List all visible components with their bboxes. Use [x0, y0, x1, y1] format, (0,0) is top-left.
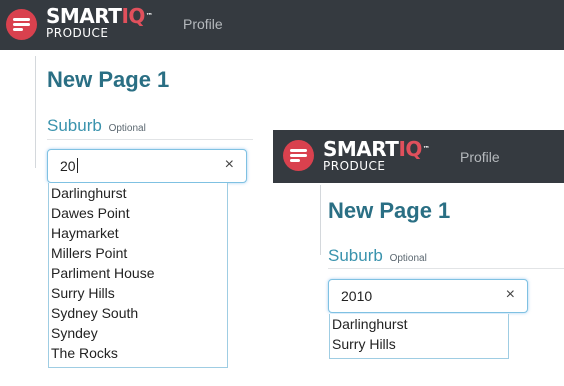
- brand-product: PRODUCE: [323, 159, 386, 173]
- suggestion-item[interactable]: Darlinghurst: [330, 314, 508, 334]
- suggestion-item[interactable]: Sydney South: [49, 303, 227, 323]
- menu-icon[interactable]: [283, 140, 314, 171]
- suggestion-item[interactable]: Haymarket: [49, 223, 227, 243]
- suburb-input[interactable]: 2010 ×: [328, 279, 528, 313]
- optional-hint: Optional: [108, 123, 146, 134]
- suggestion-list: Darlinghurst Surry Hills: [329, 314, 509, 359]
- suburb-label: Suburb Optional: [47, 116, 146, 136]
- suburb-input[interactable]: 20 ×: [47, 149, 247, 183]
- suggestion-item[interactable]: Millers Point: [49, 243, 227, 263]
- brand-product: PRODUCE: [46, 26, 109, 40]
- suggestion-item[interactable]: Surry Hills: [330, 334, 508, 354]
- label-underline: [47, 139, 253, 140]
- content-divider: [35, 56, 36, 168]
- suburb-input-value: 20: [60, 158, 76, 174]
- suburb-label: Suburb Optional: [328, 246, 427, 266]
- clear-icon[interactable]: ×: [506, 286, 515, 304]
- nav-profile-link[interactable]: Profile: [460, 149, 500, 165]
- suburb-input-value[interactable]: 2010: [341, 288, 372, 304]
- suggestion-item[interactable]: Darlinghurst: [49, 183, 227, 203]
- page-title: New Page 1: [328, 198, 451, 223]
- suggestion-item[interactable]: Parliment House: [49, 263, 227, 283]
- suggestion-list: Darlinghurst Dawes Point Haymarket Mille…: [48, 183, 228, 368]
- suburb-input-text[interactable]: 20: [60, 158, 78, 174]
- optional-hint: Optional: [389, 253, 427, 264]
- page-title: New Page 1: [47, 67, 170, 92]
- suggestion-item[interactable]: The Rocks: [49, 343, 227, 363]
- brand-name: SMART: [46, 4, 122, 28]
- content-divider: [320, 185, 321, 255]
- menu-icon[interactable]: [6, 9, 37, 40]
- brand-name-highlight: IQ: [121, 4, 145, 28]
- brand-logo[interactable]: SMARTIQ™ PRODUCE: [323, 137, 430, 173]
- top-navbar: SMARTIQ™ PRODUCE Profile: [0, 0, 564, 50]
- screenshot-view-2: SMARTIQ™ PRODUCE Profile New Page 1 Subu…: [273, 130, 564, 386]
- brand-trademark: ™: [145, 12, 153, 20]
- suburb-label-text: Suburb: [47, 116, 102, 135]
- suburb-label-text: Suburb: [328, 246, 383, 265]
- clear-icon[interactable]: ×: [225, 156, 234, 174]
- suggestion-item[interactable]: Syndey: [49, 323, 227, 343]
- top-navbar: SMARTIQ™ PRODUCE Profile: [273, 130, 564, 183]
- suggestion-item[interactable]: Dawes Point: [49, 203, 227, 223]
- brand-name: SMART: [323, 137, 399, 161]
- brand-trademark: ™: [422, 145, 430, 153]
- text-caret: [76, 158, 78, 173]
- brand-name-highlight: IQ: [398, 137, 422, 161]
- nav-profile-link[interactable]: Profile: [183, 16, 223, 32]
- label-underline: [328, 268, 564, 269]
- brand-logo[interactable]: SMARTIQ™ PRODUCE: [46, 4, 153, 40]
- suggestion-item[interactable]: Surry Hills: [49, 283, 227, 303]
